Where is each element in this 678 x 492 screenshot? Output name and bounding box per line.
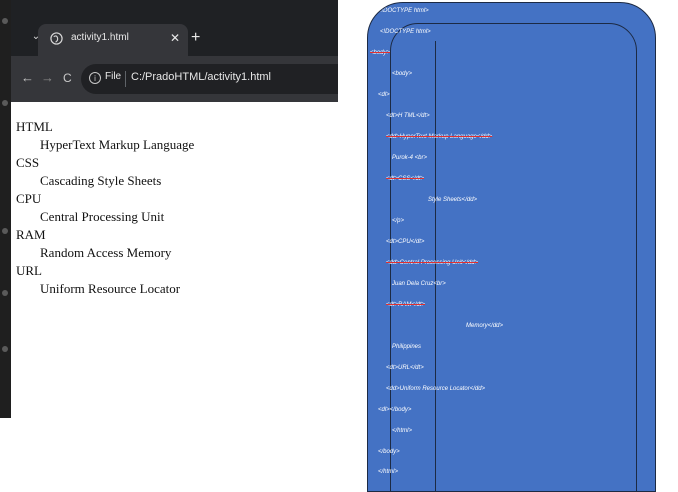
definition: Uniform Resource Locator <box>40 281 181 296</box>
address-bar[interactable]: i File C:/PradoHTML/activity1.html <box>81 64 338 94</box>
code-line: <!DOCTYPE html> <box>380 29 431 35</box>
chip-divider <box>125 71 126 87</box>
definition-list: HTML HyperText Markup Language CSS Casca… <box>11 102 338 298</box>
code-line: <dd>HyperText Markup Language</dd> <box>386 134 493 140</box>
definition: Central Processing Unit <box>40 209 165 224</box>
code-line: </p> <box>392 218 405 224</box>
url-text[interactable]: C:/PradoHTML/activity1.html <box>131 71 271 83</box>
code-line: <body> <box>392 71 413 77</box>
edge-dot <box>2 290 8 296</box>
reload-icon[interactable]: C <box>63 70 72 86</box>
code-line: <!DOCTYPE html> <box>378 8 429 14</box>
code-line: </html> <box>392 428 413 434</box>
globe-icon <box>50 32 63 45</box>
code-card: <!DOCTYPE html> <!DOCTYPE html> <body> <… <box>367 2 656 492</box>
back-arrow-icon[interactable]: ← <box>21 70 34 86</box>
code-line: <dt>CPU</dt> <box>386 239 425 245</box>
plus-icon[interactable]: + <box>191 28 200 48</box>
code-line: Memory</dd> <box>466 323 504 329</box>
term: CPU <box>16 191 42 206</box>
edge-dot <box>2 18 8 24</box>
code-line: </html> <box>378 469 399 475</box>
code-line: <dt>H TML</dt> <box>386 113 430 119</box>
tab-strip: ⌄ activity1.html ✕ + <box>11 0 338 56</box>
edge-dot <box>2 228 8 234</box>
code-line: </body> <box>378 449 400 455</box>
code-line: <dl></body> <box>378 407 412 413</box>
browser-window: ⌄ activity1.html ✕ + ← → C i File C:/Pra… <box>0 0 338 418</box>
toolbar: ← → C i File C:/PradoHTML/activity1.html <box>11 56 338 102</box>
code-line: <dt>URL</dt> <box>386 365 424 371</box>
code-line: Juan Dela Cruz<br> <box>392 281 446 287</box>
page-content: HTML HyperText Markup Language CSS Casca… <box>11 102 338 418</box>
code-line: Purok-4 <br> <box>392 155 428 161</box>
term: HTML <box>16 119 53 134</box>
code-line: <dd>Central Processing Unit</dd> <box>386 260 479 266</box>
code-line: <dt>CSS</dt> <box>386 176 425 182</box>
definition: HyperText Markup Language <box>40 137 195 152</box>
term: URL <box>16 263 42 278</box>
close-icon[interactable]: ✕ <box>170 29 180 47</box>
inner-frame <box>390 23 637 491</box>
info-icon[interactable]: i <box>89 72 101 84</box>
term: CSS <box>16 155 40 170</box>
definition: Random Access Memory <box>40 245 172 260</box>
code-line: <dt>RAM</dt> <box>386 302 426 308</box>
left-edge-strip <box>0 0 11 418</box>
code-line: <dl> <box>378 92 390 98</box>
code-line: Philippines <box>392 344 422 350</box>
term: RAM <box>16 227 46 242</box>
inner-divider-line <box>435 41 436 491</box>
code-line: Style Sheets</dd> <box>428 197 478 203</box>
code-line: <dd>Uniform Resource Locator</dd> <box>386 386 486 392</box>
edge-dot <box>2 100 8 106</box>
edge-dot <box>2 346 8 352</box>
code-line: <body> <box>370 50 391 56</box>
definition: Cascading Style Sheets <box>40 173 162 188</box>
tab-activity1[interactable]: activity1.html ✕ <box>38 24 188 56</box>
tab-title: activity1.html <box>71 32 129 43</box>
forward-arrow-icon[interactable]: → <box>41 70 54 86</box>
file-chip[interactable]: File <box>105 71 121 82</box>
